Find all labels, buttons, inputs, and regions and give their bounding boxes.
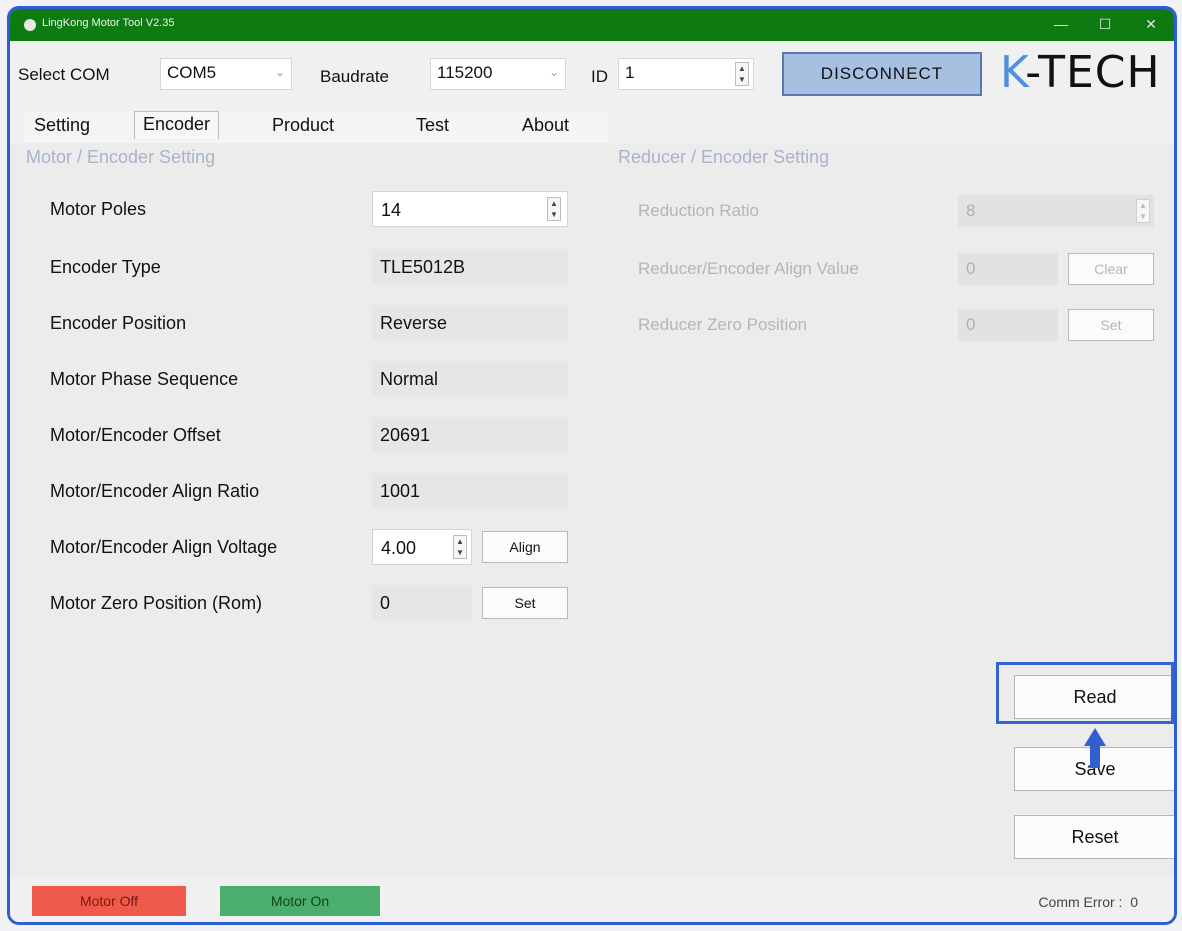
id-value: 1	[625, 63, 635, 82]
encoder-type-label: Encoder Type	[50, 257, 161, 277]
disconnect-button[interactable]: DISCONNECT	[782, 52, 982, 96]
zero-position-label: Motor Zero Position (Rom)	[50, 593, 263, 613]
app-icon	[24, 19, 36, 31]
tab-setting[interactable]: Setting	[34, 115, 90, 136]
motor-on-button[interactable]: Motor On	[220, 886, 380, 916]
baudrate-label: Baudrate	[320, 67, 389, 86]
tab-encoder[interactable]: Encoder	[134, 111, 220, 139]
tab-test[interactable]: Test	[416, 115, 449, 136]
window-title: LingKong Motor Tool V2.35	[42, 17, 175, 29]
select-com-label: Select COM	[18, 65, 110, 84]
maximize-icon[interactable]: ☐	[1088, 13, 1122, 35]
minimize-icon[interactable]: —	[1044, 13, 1078, 35]
id-spinbox[interactable]: 1 ▲ ▼	[618, 58, 754, 90]
encoder-position-label: Encoder Position	[50, 313, 187, 333]
encoder-position-value[interactable]: Reverse	[372, 305, 568, 341]
chevron-down-icon: ⌄	[548, 65, 559, 79]
align-voltage-label: Motor/Encoder Align Voltage	[50, 537, 278, 557]
encoder-offset-label: Motor/Encoder Offset	[50, 425, 221, 445]
tab-product[interactable]: Product	[272, 115, 334, 136]
align-ratio-value[interactable]: 1001	[372, 473, 568, 509]
reducer-align-label: Reducer/Encoder Align Value	[638, 259, 859, 278]
align-ratio-label: Motor/Encoder Align Ratio	[50, 481, 260, 501]
spin-arrows-icon[interactable]: ▲ ▼	[547, 197, 561, 221]
connection-toolbar: Select COM COM5 ⌄ Baudrate 115200 ⌄ ID 1…	[10, 41, 1174, 113]
baudrate-select[interactable]: 115200 ⌄	[430, 58, 566, 90]
chevron-down-icon: ⌄	[274, 65, 285, 79]
tab-about[interactable]: About	[522, 115, 569, 136]
spin-arrows-icon[interactable]: ▲ ▼	[453, 535, 467, 559]
set-zero-button[interactable]: Set	[482, 587, 568, 619]
encoder-panel: Motor / Encoder Setting Motor Poles 14 ▲…	[10, 143, 1174, 878]
com-select[interactable]: COM5 ⌄	[160, 58, 292, 90]
app-window: LingKong Motor Tool V2.35 — ☐ ✕ Select C…	[7, 6, 1177, 925]
motor-off-button[interactable]: Motor Off	[32, 886, 186, 916]
pointer-arrow-stem	[1090, 744, 1100, 768]
zero-position-value[interactable]: 0	[372, 585, 472, 621]
phase-sequence-value[interactable]: Normal	[372, 361, 568, 397]
reducer-align-value[interactable]: 0	[958, 253, 1058, 285]
status-bar: Motor Off Motor On Comm Error : 0	[10, 878, 1174, 922]
reduction-ratio-input[interactable]: 8 ▲ ▼	[958, 195, 1154, 227]
motor-group-title: Motor / Encoder Setting	[26, 147, 216, 167]
read-highlight-box	[996, 662, 1174, 724]
encoder-type-value[interactable]: TLE5012B	[372, 249, 568, 285]
reducer-set-button[interactable]: Set	[1068, 309, 1154, 341]
tab-strip: Setting Encoder Product Test About	[24, 111, 609, 145]
reset-button[interactable]: Reset	[1014, 815, 1174, 859]
motor-poles-label: Motor Poles	[50, 199, 147, 219]
phase-sequence-label: Motor Phase Sequence	[50, 369, 239, 389]
reducer-zero-label: Reducer Zero Position	[638, 315, 808, 334]
title-bar: LingKong Motor Tool V2.35 — ☐ ✕	[10, 9, 1174, 41]
baudrate-value: 115200	[437, 63, 493, 82]
align-voltage-input[interactable]: 4.00 ▲ ▼	[372, 529, 472, 565]
motor-poles-input[interactable]: 14 ▲ ▼	[372, 191, 568, 227]
comm-error-status: Comm Error : 0	[1038, 894, 1138, 910]
id-label: ID	[591, 67, 608, 86]
align-button[interactable]: Align	[482, 531, 568, 563]
spin-arrows-icon[interactable]: ▲ ▼	[735, 62, 749, 86]
clear-button[interactable]: Clear	[1068, 253, 1154, 285]
spin-arrows-icon[interactable]: ▲ ▼	[1136, 199, 1150, 223]
reducer-zero-value[interactable]: 0	[958, 309, 1058, 341]
ktech-logo: K-TECH	[1000, 47, 1161, 98]
reducer-group-title: Reducer / Encoder Setting	[618, 147, 830, 167]
encoder-offset-value[interactable]: 20691	[372, 417, 568, 453]
close-icon[interactable]: ✕	[1134, 13, 1168, 35]
reduction-ratio-label: Reduction Ratio	[638, 201, 759, 220]
com-value: COM5	[167, 63, 217, 82]
